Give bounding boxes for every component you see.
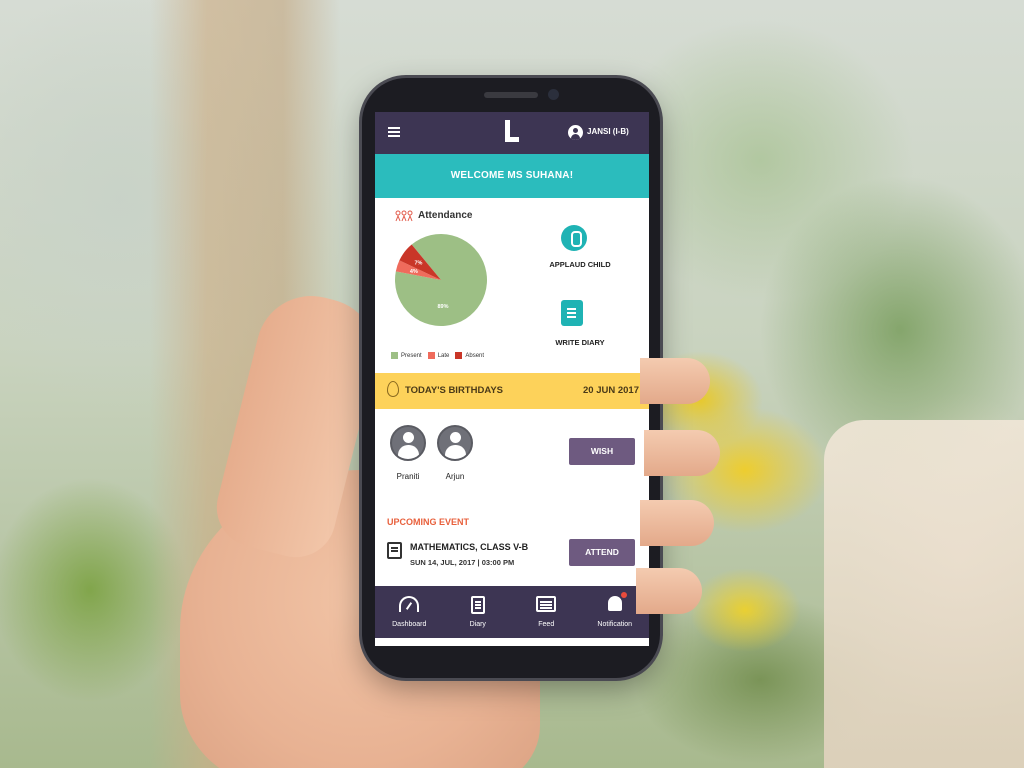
nav-diary-label: Diary xyxy=(469,621,486,628)
nav-dashboard[interactable]: Dashboard xyxy=(375,586,444,638)
upcoming-event-title: UPCOMING EVENT xyxy=(387,517,470,527)
attendance-pie-chart[interactable]: 89% 4% 7% xyxy=(393,232,489,328)
calendar-icon xyxy=(387,542,402,559)
phone-speaker xyxy=(484,92,538,98)
legend-present-label: Present xyxy=(401,352,422,359)
bottom-nav: Dashboard Diary Feed Notification xyxy=(375,586,649,638)
wish-button[interactable]: WISH xyxy=(569,438,635,465)
birthday-date: 20 JUN 2017 xyxy=(583,385,639,396)
nav-notification-label: Notification xyxy=(597,621,633,628)
write-diary-icon[interactable] xyxy=(561,300,583,326)
diary-book-icon xyxy=(470,596,485,614)
app-logo xyxy=(503,120,521,144)
background-flower-pot xyxy=(824,420,1024,768)
legend-late-label: Late xyxy=(437,352,450,359)
feed-newspaper-icon xyxy=(536,596,557,612)
pie-label-absent: 7% xyxy=(414,261,422,267)
phone-camera xyxy=(548,89,559,100)
phone-device: JANSI (I-B) WELCOME MS SUHANA! Attendanc… xyxy=(362,78,660,678)
phone-screen: JANSI (I-B) WELCOME MS SUHANA! Attendanc… xyxy=(375,112,649,646)
legend-absent: Absent xyxy=(455,352,484,359)
hand-finger-3 xyxy=(640,500,714,546)
birthday-avatar-praniti[interactable] xyxy=(390,425,426,461)
birthday-name-praniti: Praniti xyxy=(396,472,420,481)
legend-present: Present xyxy=(391,352,422,359)
applaud-child-button[interactable]: APPLAUD CHILD xyxy=(535,260,625,269)
pie-label-late: 4% xyxy=(410,269,418,275)
legend-late-swatch xyxy=(427,352,435,359)
attendance-legend: Present Late Absent xyxy=(391,352,484,359)
welcome-banner: WELCOME MS SUHANA! xyxy=(375,154,649,198)
hand-finger-1 xyxy=(640,358,710,404)
attend-button[interactable]: ATTEND xyxy=(569,539,635,566)
user-avatar-icon[interactable] xyxy=(568,125,583,140)
attendance-title: Attendance xyxy=(418,210,473,221)
nav-diary[interactable]: Diary xyxy=(444,586,513,638)
phone-bottom-bezel xyxy=(375,646,649,670)
write-diary-button[interactable]: WRITE DIARY xyxy=(535,338,625,347)
event-time: SUN 14, JUL, 2017 | 03:00 PM xyxy=(410,558,515,567)
hand-finger-2 xyxy=(644,430,720,476)
notification-bell-icon xyxy=(607,592,627,611)
balloon-icon xyxy=(387,381,399,397)
app-header: JANSI (I-B) xyxy=(375,112,649,154)
legend-late: Late xyxy=(427,352,450,359)
nav-feed[interactable]: Feed xyxy=(512,586,581,638)
legend-absent-label: Absent xyxy=(465,352,485,359)
birthday-avatar-arjun[interactable] xyxy=(437,425,473,461)
birthday-bar: TODAY'S BIRTHDAYS 20 JUN 2017 xyxy=(375,373,649,409)
event-title[interactable]: MATHEMATICS, CLASS V-B xyxy=(410,542,528,552)
attendance-people-icon xyxy=(395,210,413,222)
dashboard-gauge-icon xyxy=(399,596,420,612)
legend-present-swatch xyxy=(391,352,398,359)
birthday-name-arjun: Arjun xyxy=(445,472,465,481)
user-label[interactable]: JANSI (I-B) xyxy=(587,127,629,136)
hand-finger-4 xyxy=(636,568,702,614)
applaud-child-icon[interactable] xyxy=(561,225,587,251)
hamburger-menu-icon[interactable] xyxy=(388,127,400,137)
pie-label-present: 89% xyxy=(437,304,448,310)
legend-absent-swatch xyxy=(455,352,463,359)
nav-dashboard-label: Dashboard xyxy=(392,621,427,628)
birthday-title: TODAY'S BIRTHDAYS xyxy=(405,385,503,396)
nav-feed-label: Feed xyxy=(538,621,555,628)
